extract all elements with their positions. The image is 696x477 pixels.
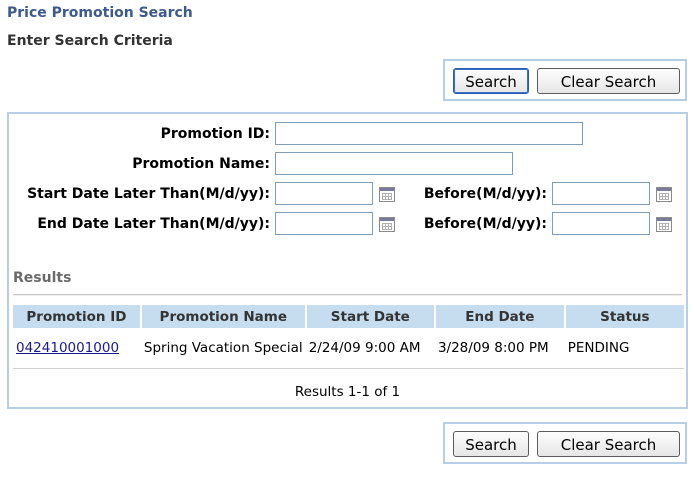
start-date-before-label: Before(M/d/yy): [423, 186, 547, 202]
calendar-icon[interactable] [656, 217, 672, 232]
table-header-row: Promotion ID Promotion Name Start Date E… [13, 305, 684, 328]
promotion-id-input[interactable] [275, 122, 583, 145]
search-button[interactable]: Search [453, 68, 529, 94]
cell-start-date: 2/24/09 9:00 AM [308, 340, 421, 356]
results-table: Promotion ID Promotion Name Start Date E… [13, 305, 684, 369]
column-header-promotion-id[interactable]: Promotion ID [13, 305, 142, 328]
page-title: Price Promotion Search [7, 5, 193, 21]
search-button-bottom[interactable]: Search [453, 431, 529, 457]
results-pager: Results 1-1 of 1 [294, 384, 401, 400]
column-header-start-date[interactable]: Start Date [305, 305, 436, 328]
end-date-before-input[interactable] [552, 212, 650, 235]
clear-search-button[interactable]: Clear Search [537, 68, 680, 94]
end-date-before-label: Before(M/d/yy): [423, 216, 547, 232]
column-header-status[interactable]: Status [564, 305, 684, 328]
cell-promotion-name: Spring Vacation Special [143, 339, 303, 356]
cell-end-date: 3/28/09 8:00 PM [437, 340, 549, 356]
search-panel: Promotion ID: Promotion Name: Start Date… [7, 112, 688, 409]
cell-status: PENDING [567, 340, 630, 356]
promotion-id-label: Promotion ID: [160, 126, 270, 142]
calendar-icon[interactable] [656, 187, 672, 202]
section-subtitle: Enter Search Criteria [7, 33, 173, 49]
calendar-icon[interactable] [379, 217, 395, 232]
promotion-id-link[interactable]: 042410001000 [16, 340, 119, 356]
promotion-name-label: Promotion Name: [132, 156, 270, 172]
end-date-after-label: End Date Later Than(M/d/yy): [37, 216, 270, 232]
results-heading: Results [13, 270, 72, 286]
results-divider [13, 294, 682, 296]
start-date-before-input[interactable] [552, 182, 650, 205]
end-date-after-input[interactable] [275, 212, 373, 235]
calendar-icon[interactable] [379, 187, 395, 202]
clear-search-button-bottom[interactable]: Clear Search [537, 431, 680, 457]
column-header-end-date[interactable]: End Date [434, 305, 566, 328]
start-date-after-label: Start Date Later Than(M/d/yy): [27, 186, 270, 202]
promotion-name-input[interactable] [275, 152, 513, 175]
column-header-promotion-name[interactable]: Promotion Name [140, 305, 307, 328]
top-button-bar: Search Clear Search [443, 59, 687, 101]
table-row: 042410001000 Spring Vacation Special 2/2… [13, 328, 684, 369]
cell-promotion-id: 042410001000 [13, 328, 141, 369]
row-separator [13, 368, 684, 369]
bottom-button-bar: Search Clear Search [443, 422, 687, 464]
start-date-after-input[interactable] [275, 182, 373, 205]
